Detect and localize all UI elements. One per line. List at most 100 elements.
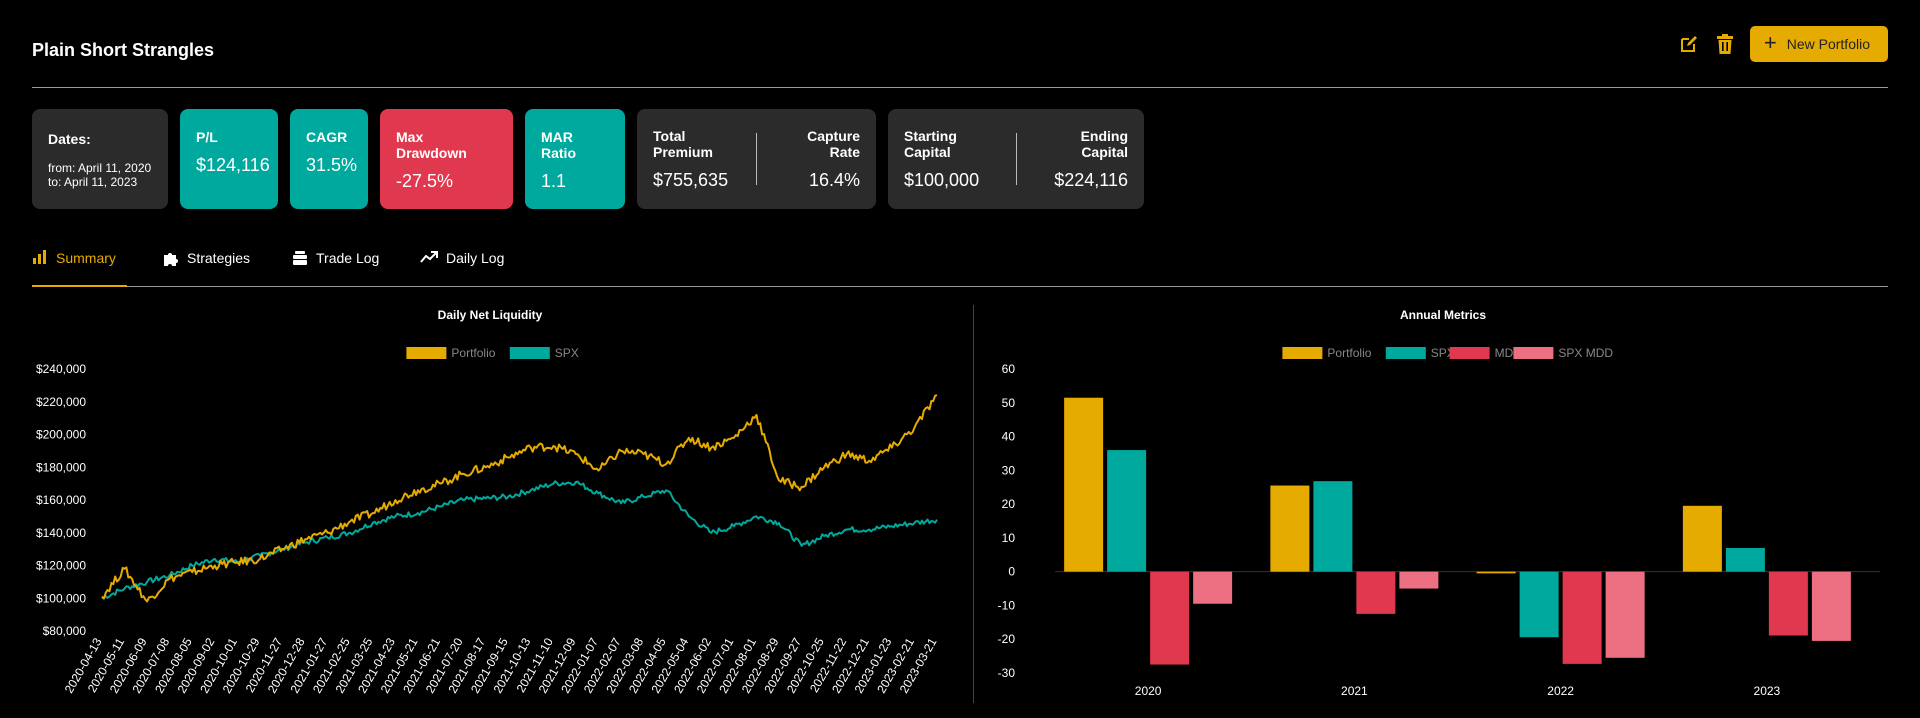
annual-metrics-panel: Annual Metrics Portfolio SPX MDD SPX MDD -30-… (985, 305, 1890, 705)
tab-trade-log-label: Trade Log (316, 250, 380, 266)
y-tick-label: $220,000 (36, 395, 86, 409)
total-premium-label: Total Premium (653, 127, 713, 160)
legend-swatch (1513, 347, 1554, 359)
series-line-spx (101, 480, 938, 600)
stats-cards: Dates: from: April 11, 2020 to: April 11… (32, 109, 1144, 209)
y-tick-label: $160,000 (36, 493, 86, 507)
y-tick-label: -10 (998, 598, 1016, 612)
bar-mdd-2023 (1768, 571, 1808, 636)
y-tick-label: $200,000 (36, 428, 86, 442)
legend-label: SPX MDD (1558, 346, 1613, 360)
bar-spx-2021 (1313, 481, 1353, 572)
y-tick-label: -20 (998, 632, 1016, 646)
legend-label: Portfolio (451, 346, 495, 360)
cagr-card: CAGR 31.5% (290, 109, 368, 209)
dates-label: Dates: (48, 131, 91, 147)
bar-chart-icon (33, 250, 46, 264)
trash-icon (1716, 34, 1733, 54)
new-portfolio-label: New Portfolio (1786, 36, 1870, 52)
x-tick-label: 2023 (1754, 684, 1781, 698)
legend-swatch (406, 347, 447, 359)
y-tick-label: $120,000 (36, 559, 86, 573)
y-tick-label: $100,000 (36, 591, 86, 605)
annual-metrics-chart: Annual MetricsPortfolio SPX MDD SPX MDD-30-… (998, 308, 1880, 698)
tab-summary[interactable]: Summary (32, 242, 127, 287)
stack-icon (293, 251, 307, 265)
new-portfolio-button[interactable]: + New Portfolio (1749, 26, 1888, 62)
legend-label: Portfolio (1327, 346, 1371, 360)
max-drawdown-label: Max Drawdown (396, 129, 467, 161)
cagr-value: 31.5% (306, 155, 358, 175)
starting-capital-label: Starting Capital (904, 127, 957, 160)
capture-rate-value: 16.4% (808, 169, 860, 190)
mar-ratio-card: MAR Ratio 1.1 (525, 109, 625, 209)
bar-spx-2022 (1519, 571, 1559, 638)
starting-capital-value: $100,000 (904, 169, 980, 190)
pl-card: P/L $124,116 (180, 109, 278, 209)
y-tick-label: -30 (998, 666, 1016, 680)
page-header: Plain Short Strangles + New Portfolio (32, 0, 1888, 88)
max-drawdown-value: -27.5% (396, 171, 454, 191)
bar-spx-2020 (1107, 450, 1147, 572)
legend-label: SPX (555, 346, 579, 360)
y-tick-label: 60 (1002, 362, 1016, 376)
edit-button[interactable] (1678, 33, 1700, 55)
capture-rate-label: Capture Rate (807, 127, 860, 160)
dates-card: Dates: from: April 11, 2020 to: April 11… (32, 109, 168, 209)
y-tick-label: 20 (1002, 497, 1016, 511)
daily-net-liquidity-panel: Daily Net Liquidity Portfolio SPX $80,000 $1… (32, 305, 952, 705)
cagr-label: CAGR (306, 129, 348, 145)
legend-swatch (1385, 347, 1426, 359)
y-tick-label: 40 (1002, 430, 1016, 444)
x-tick-label: 2022 (1547, 684, 1574, 698)
legend-swatch (1449, 347, 1490, 359)
capital-card: Starting Capital $100,000 Ending Capital… (888, 109, 1144, 209)
page-title: Plain Short Strangles (32, 40, 215, 60)
y-tick-label: 50 (1002, 396, 1016, 410)
bar-spx-mdd-2020 (1193, 571, 1233, 604)
delete-button[interactable] (1714, 33, 1736, 55)
legend-swatch (509, 347, 550, 359)
y-tick-label: 30 (1002, 463, 1016, 477)
bar-spx-2023 (1725, 548, 1765, 572)
pl-label: P/L (196, 129, 218, 145)
max-drawdown-card: Max Drawdown -27.5% (380, 109, 513, 209)
tab-summary-label: Summary (56, 250, 116, 266)
tab-trade-log[interactable]: Trade Log (292, 242, 379, 287)
bar-portfolio-2023 (1682, 505, 1722, 572)
series-line-portfolio (101, 394, 938, 603)
tab-strategies[interactable]: Strategies (163, 242, 250, 287)
bar-portfolio-2022 (1476, 571, 1516, 574)
x-tick-label: 2021 (1341, 684, 1368, 698)
bar-portfolio-2020 (1064, 397, 1104, 572)
bar-mdd-2022 (1562, 571, 1602, 664)
dates-from: from: April 11, 2020 (48, 161, 152, 175)
ending-capital-value: $224,116 (1054, 169, 1128, 190)
daily-net-liquidity-chart: Daily Net Liquidity Portfolio SPX $80,000 $1… (36, 308, 940, 696)
legend-swatch (1282, 347, 1323, 359)
y-tick-label: $240,000 (36, 362, 86, 376)
x-tick-label: 2020 (1135, 684, 1162, 698)
chart-title: Annual Metrics (1400, 308, 1486, 322)
tab-daily-log[interactable]: Daily Log (420, 242, 504, 287)
tab-daily-log-label: Daily Log (446, 250, 505, 266)
pl-value: $124,116 (196, 155, 270, 175)
bar-spx-mdd-2021 (1399, 571, 1439, 589)
tab-bar: Summary Strategies Trade Log Daily Log (32, 242, 1888, 287)
header-actions: + New Portfolio (1678, 26, 1888, 62)
bar-mdd-2021 (1356, 571, 1396, 614)
y-tick-label: $140,000 (36, 526, 86, 540)
dates-to: to: April 11, 2023 (48, 175, 138, 189)
y-tick-label: 0 (1008, 565, 1015, 579)
plus-icon: + (1763, 30, 1777, 55)
edit-icon (1680, 36, 1697, 52)
bar-spx-mdd-2023 (1811, 571, 1851, 641)
ending-capital-label: Ending Capital (1080, 127, 1128, 160)
mar-ratio-value: 1.1 (541, 171, 567, 191)
y-tick-label: 10 (1002, 531, 1016, 545)
y-tick-label: $180,000 (36, 460, 86, 474)
puzzle-icon (164, 253, 178, 266)
panel-divider (973, 305, 974, 703)
bar-mdd-2020 (1150, 571, 1190, 665)
mar-ratio-label: MAR Ratio (541, 129, 576, 161)
